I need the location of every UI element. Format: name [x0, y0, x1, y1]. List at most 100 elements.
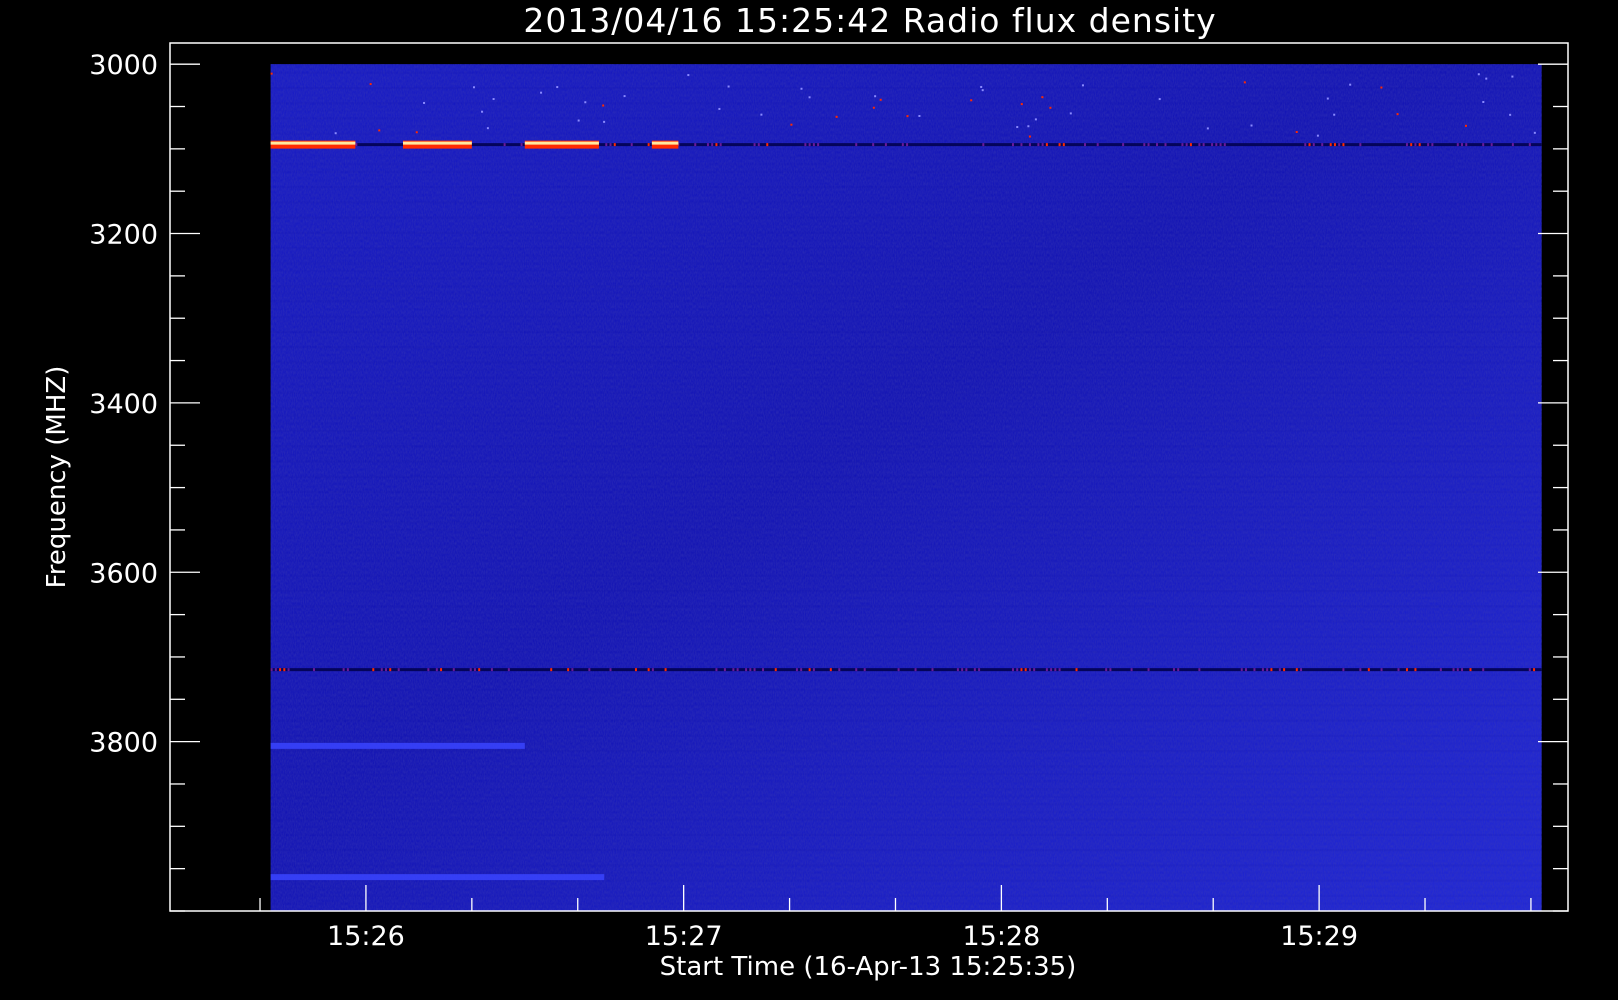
- interference-pixel: [478, 668, 481, 672]
- heatmap-channel-band: [271, 369, 1542, 371]
- interference-pixel: [901, 143, 904, 147]
- interference-pixel: [978, 668, 981, 672]
- interference-pixel: [567, 668, 570, 672]
- interference-pixel: [855, 668, 858, 672]
- interference-pixel: [1075, 668, 1078, 672]
- interference-pixel: [1380, 668, 1383, 672]
- scatter-pixel: [486, 127, 489, 130]
- heatmap-channel-band: [271, 163, 1542, 165]
- scatter-pixel: [378, 129, 381, 132]
- x-tick-label: 15:27: [645, 921, 723, 952]
- scatter-pixel: [1482, 100, 1485, 103]
- interference-pixel: [469, 668, 472, 672]
- scatter-pixel: [1158, 98, 1161, 101]
- heatmap-channel-band: [270, 277, 1542, 280]
- y-tick-label: 3400: [89, 389, 158, 420]
- bright-band: [270, 874, 605, 881]
- interference-pixel: [279, 668, 282, 672]
- interference-pixel: [906, 143, 909, 147]
- scatter-pixel: [727, 85, 730, 88]
- scatter-pixel: [760, 113, 763, 116]
- interference-pixel: [1037, 143, 1040, 147]
- interference-pixel: [1511, 143, 1514, 147]
- scatter-pixel: [584, 101, 587, 104]
- heatmap-channel-band: [270, 689, 1542, 692]
- spectrogram-chart: 2013/04/16 15:25:42 Radio flux density 3…: [42, 1, 1569, 982]
- interference-pixel: [1062, 143, 1065, 147]
- heatmap-channel-band: [271, 453, 1542, 455]
- heatmap-channel-band: [270, 765, 1542, 768]
- interference-pixel: [1469, 668, 1472, 672]
- interference-pixel: [1418, 143, 1421, 147]
- scatter-pixel: [1027, 125, 1030, 128]
- interference-pixel: [1011, 668, 1014, 672]
- heatmap-channel-band: [270, 673, 1542, 676]
- scatter-pixel: [872, 106, 875, 109]
- scatter-pixel: [1295, 131, 1298, 134]
- interference-pixel: [1431, 143, 1434, 147]
- scatter-pixel: [1380, 86, 1383, 89]
- interference-pixel: [1215, 143, 1218, 147]
- heatmap-channel-band: [270, 635, 1542, 638]
- interference-pixel: [736, 668, 739, 672]
- interference-pixel: [1342, 143, 1345, 147]
- scatter-pixel: [1069, 112, 1072, 115]
- heatmap-channel-band: [271, 308, 1542, 310]
- interference-pixel: [287, 668, 290, 672]
- heatmap-channel-band: [271, 903, 1542, 905]
- interference-pixel: [1020, 143, 1023, 147]
- interference-pixel: [490, 668, 493, 672]
- heatmap-channel-band: [270, 719, 1542, 722]
- heatmap-noise: [270, 64, 1542, 912]
- interference-pixel: [1490, 143, 1493, 147]
- interference-pixel: [342, 668, 345, 672]
- interference-pixel: [965, 668, 968, 672]
- heatmap-channel-band: [270, 460, 1542, 463]
- interference-pixel: [1147, 143, 1150, 147]
- interference-pixel: [1041, 143, 1044, 147]
- interference-pixel: [1050, 668, 1053, 672]
- interference-pixel: [808, 668, 811, 672]
- chart-title: 2013/04/16 15:25:42 Radio flux density: [523, 1, 1216, 40]
- heatmap-channel-band: [271, 613, 1542, 615]
- heatmap-channel-band: [270, 521, 1542, 524]
- scatter-pixel: [879, 98, 882, 101]
- heatmap-channel-band: [270, 399, 1542, 402]
- scatter-pixel: [1396, 113, 1399, 116]
- heatmap-channel-band: [271, 224, 1542, 226]
- interference-pixel: [1329, 143, 1332, 147]
- scatter-pixel: [1316, 134, 1319, 137]
- interference-pixel: [1410, 143, 1413, 147]
- heatmap-channel-band: [271, 537, 1542, 539]
- interference-pixel: [1304, 143, 1307, 147]
- interference-pixel: [1342, 668, 1345, 672]
- heatmap-channel-band: [271, 239, 1542, 241]
- interference-pixel: [609, 668, 612, 672]
- heatmap-channel-band: [270, 102, 1542, 105]
- scatter-pixel: [1477, 73, 1480, 76]
- x-tick-label: 15:29: [1280, 921, 1358, 952]
- interference-pixel: [473, 668, 476, 672]
- interference-pixel: [613, 143, 616, 147]
- interference-pixel: [872, 143, 875, 147]
- interference-pixel: [1011, 143, 1014, 147]
- interference-pixel: [1058, 143, 1061, 147]
- scatter-pixel: [492, 98, 495, 101]
- interference-line: [270, 668, 1542, 672]
- heatmap-channel-band: [270, 803, 1542, 806]
- scatter-pixel: [1016, 126, 1019, 129]
- interference-pixel: [931, 668, 934, 672]
- y-axis-label: Frequency (MHZ): [42, 366, 72, 589]
- scatter-pixel: [1041, 96, 1044, 99]
- interference-pixel: [1083, 143, 1086, 147]
- interference-pixel: [1414, 143, 1417, 147]
- heatmap-channel-band: [270, 155, 1542, 158]
- interference-pixel: [1028, 143, 1031, 147]
- scatter-pixel: [1250, 124, 1253, 127]
- interference-pixel: [749, 668, 752, 672]
- heatmap-channel-band: [271, 773, 1542, 775]
- scatter-pixel: [808, 96, 811, 99]
- heatmap-channel-band: [271, 354, 1542, 356]
- interference-pixel: [1283, 668, 1286, 672]
- interference-pixel: [355, 143, 358, 147]
